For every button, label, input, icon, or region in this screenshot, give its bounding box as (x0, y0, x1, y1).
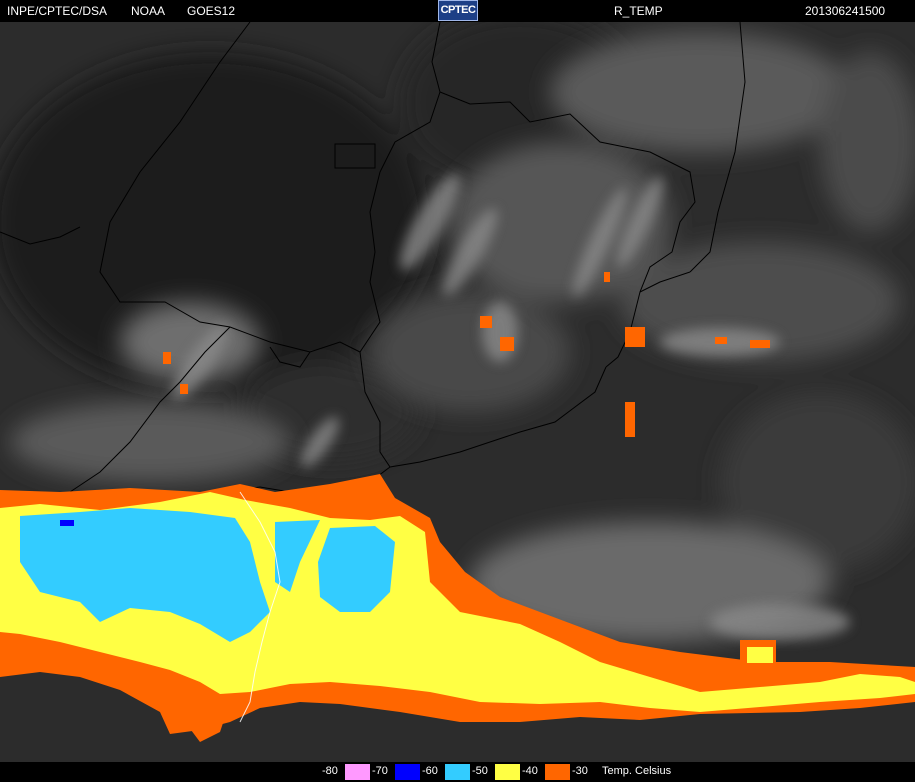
legend-swatch-minus60-color (445, 764, 470, 780)
legend-label-minus50: -50 (472, 765, 488, 777)
source-label: NOAA (131, 4, 166, 18)
cptec-logo: CPTEC (438, 0, 478, 21)
timestamp-label: 201306241500 (805, 4, 886, 18)
legend-label-minus30: -30 (572, 765, 588, 777)
agency-label: INPE/CPTEC/DSA (7, 4, 108, 18)
legend-label-minus60: -60 (422, 765, 438, 777)
legend-title: Temp. Celsius (602, 765, 672, 777)
satellite-image (0, 22, 915, 762)
cloud-core-minus60 (60, 520, 74, 526)
header-bar: INPE/CPTEC/DSA NOAA GOES12 CPTEC R_TEMP … (0, 0, 915, 22)
legend-label-minus80: -80 (322, 765, 338, 777)
legend-swatch-minus50-color (495, 764, 520, 780)
satellite-label: GOES12 (187, 4, 236, 18)
legend-label-minus40: -40 (522, 765, 538, 777)
legend-swatch-minus40-color (545, 764, 570, 780)
legend-swatch-minus70-color (395, 764, 420, 780)
legend-swatch-minus80-color (345, 764, 370, 780)
product-label: R_TEMP (614, 4, 663, 18)
legend-label-minus70: -70 (372, 765, 388, 777)
color-legend: -80 -70 -60 -50 -40 -30 Temp. Celsius (0, 762, 915, 782)
